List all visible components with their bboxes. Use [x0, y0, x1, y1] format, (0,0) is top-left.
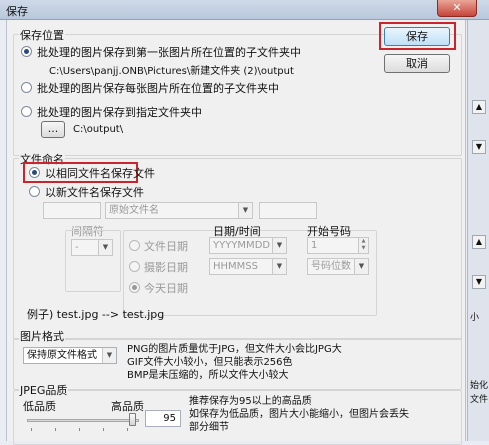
specified-folder-label: 批处理的图片保存到指定文件夹中	[37, 106, 202, 119]
spinner-icon[interactable]: ▲ ▼	[358, 238, 368, 253]
date-format-combo[interactable]: YYYYMMDD ▼	[209, 237, 287, 254]
jpeg-desc-line3: 部分细节	[189, 422, 229, 433]
chevron-down-icon: ▼	[272, 238, 286, 253]
save-dialog: 保存位置 批处理的图片保存到第一张图片所在位置的子文件夹中 C:\Users\p…	[6, 20, 466, 445]
chevron-down-icon: ▼	[272, 259, 286, 274]
chevron-down-icon: ▼	[102, 348, 116, 363]
high-quality-label: 高品质	[111, 400, 144, 413]
time-format-combo[interactable]: HHMMSS ▼	[209, 258, 287, 275]
save-location-title: 保存位置	[19, 27, 65, 43]
quality-slider-track[interactable]	[27, 419, 139, 422]
separator-combo[interactable]: - ▼	[71, 239, 113, 256]
radio-first-image-subfolder[interactable]	[21, 46, 32, 57]
quality-value: 95	[163, 413, 176, 424]
date-format-text: YYYYMMDD	[213, 240, 271, 251]
radio-file-date[interactable]	[129, 240, 140, 251]
shoot-date-label: 摄影日期	[144, 261, 188, 274]
original-filename-text: 原始文件名	[109, 205, 159, 216]
save-button[interactable]: 保存	[384, 27, 450, 46]
radio-new-filename[interactable]	[29, 186, 40, 197]
low-quality-label: 低品质	[23, 400, 56, 413]
scroll-up-icon[interactable]: ▲	[472, 100, 486, 114]
slider-tick	[55, 428, 56, 431]
digits-combo[interactable]: 号码位数 3 ▼	[307, 258, 369, 275]
start-number-field[interactable]: 1 ▲ ▼	[307, 237, 369, 254]
radio-today-date[interactable]	[129, 282, 140, 293]
start-number-value: 1	[311, 240, 318, 251]
background-window-strip: ▲ ▼ ▲ ▼ 小 始化 文件	[467, 20, 489, 441]
radio-each-image-subfolder[interactable]	[21, 82, 32, 93]
slider-tick	[127, 428, 128, 431]
prefix-field[interactable]	[43, 202, 101, 219]
first-image-subfolder-label: 批处理的图片保存到第一张图片所在位置的子文件夹中	[37, 46, 301, 59]
strip-label-file: 文件	[470, 395, 489, 405]
chevron-down-icon: ▼	[98, 240, 112, 255]
radio-specified-folder[interactable]	[21, 106, 32, 117]
chevron-down-icon: ▼	[238, 203, 252, 218]
browse-button[interactable]: ...	[41, 121, 65, 138]
today-date-label: 今天日期	[144, 282, 188, 295]
slider-tick	[103, 428, 104, 431]
output-path-text: C:\Users\panjj.ONB\Pictures\新建文件夹 (2)\ou…	[49, 66, 294, 77]
quality-slider-thumb[interactable]	[129, 413, 137, 426]
new-filename-label: 以新文件名保存文件	[45, 186, 144, 199]
slider-tick	[31, 428, 32, 431]
scroll-down-icon[interactable]: ▼	[472, 140, 486, 154]
radio-same-filename[interactable]	[29, 167, 40, 178]
format-value: 保持原文件格式	[27, 350, 97, 361]
cancel-button[interactable]: 取消	[384, 54, 450, 73]
close-button[interactable]: ✕	[437, 0, 477, 17]
format-desc-line3: BMP是未压缩的，所以文件大小较大	[127, 370, 289, 381]
scroll-up-icon[interactable]: ▲	[472, 235, 486, 249]
suffix-field[interactable]	[259, 202, 317, 219]
same-filename-label: 以相同文件名保存文件	[45, 167, 155, 180]
output-folder-text: C:\output\	[73, 124, 124, 135]
quality-value-field[interactable]: 95	[145, 410, 181, 427]
file-date-label: 文件日期	[144, 240, 188, 253]
window-title: 保存	[6, 5, 28, 18]
chevron-down-icon: ▼	[354, 259, 368, 274]
original-filename-combo[interactable]: 原始文件名 ▼	[105, 202, 253, 219]
strip-label-init: 始化	[470, 381, 489, 391]
strip-label-small: 小	[470, 313, 480, 323]
format-combo[interactable]: 保持原文件格式 ▼	[23, 347, 117, 364]
example-text: 例子) test.jpg --> test.jpg	[27, 308, 165, 321]
time-format-text: HHMMSS	[213, 261, 258, 272]
each-image-subfolder-label: 批处理的图片保存每张图片所在位置的子文件夹中	[37, 82, 279, 95]
radio-shoot-date[interactable]	[129, 261, 140, 272]
separator-value: -	[75, 242, 79, 253]
title-bar: 保存	[0, 0, 489, 20]
format-title: 图片格式	[19, 328, 65, 344]
slider-tick	[79, 428, 80, 431]
jpeg-title: JPEG品质	[19, 382, 69, 398]
scroll-down-icon[interactable]: ▼	[472, 275, 486, 289]
